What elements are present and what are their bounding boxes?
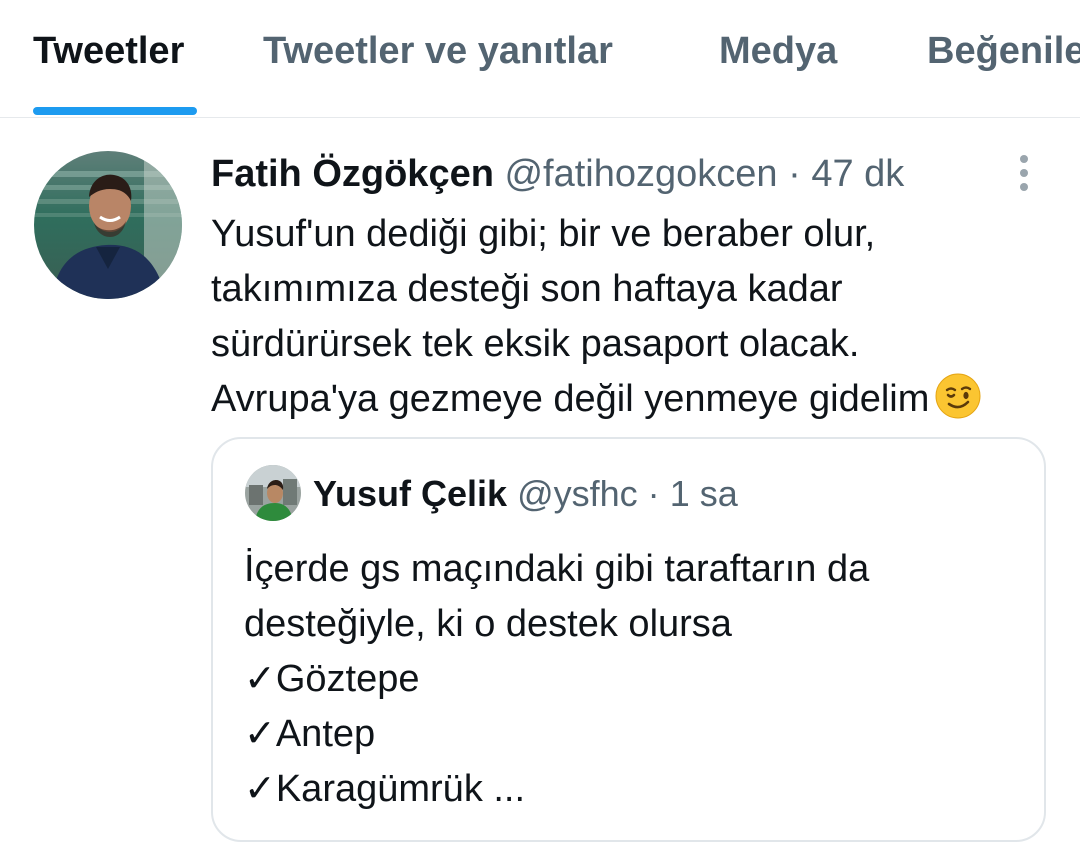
quoted-text-line: ✓Karagümrük ... [244, 768, 526, 810]
tab-likes[interactable]: Beğenile [927, 30, 1080, 73]
quoted-author-name: Yusuf Çelik [313, 473, 508, 514]
author-name[interactable]: Fatih Özgökçen [211, 153, 494, 195]
tweet-text-line: sürdürürsek tek eksik pasaport olacak. [211, 323, 860, 365]
tweet[interactable]: Fatih Özgökçen @fatihozgokcen · 47 dk Yu… [0, 119, 1080, 853]
profile-tabs: Tweetler Tweetler ve yanıtlar Medya Beğe… [0, 0, 1080, 118]
quoted-author-avatar [245, 465, 301, 521]
quoted-tweet-time: 1 sa [669, 473, 738, 514]
tab-media[interactable]: Medya [719, 30, 837, 73]
tweet-header: Fatih Özgökçen @fatihozgokcen · 47 dk [211, 153, 904, 199]
tweet-text-line: Yusuf'un dediği gibi; bir ve beraber olu… [211, 213, 876, 255]
quoted-text-line: ✓Antep [244, 713, 376, 755]
quoted-tweet-header: Yusuf Çelik @ysfhc · 1 sa [313, 473, 738, 515]
quoted-text-line: desteğiyle, ki o destek olursa [244, 603, 732, 645]
quoted-tweet[interactable]: Yusuf Çelik @ysfhc · 1 sa İçerde gs maçı… [211, 437, 1046, 842]
winking-face-emoji-icon [935, 373, 981, 435]
quoted-text-line: ✓Göztepe [244, 658, 420, 700]
tab-tweets[interactable]: Tweetler [33, 30, 184, 73]
header-separator: · [788, 153, 801, 195]
quoted-author-avatar-image [245, 465, 301, 521]
quoted-header-separator: · [647, 473, 660, 514]
tweet-time[interactable]: 47 dk [811, 153, 904, 195]
quoted-tweet-text: İçerde gs maçındaki gibi taraftarın da d… [244, 542, 1024, 817]
more-dot-icon [1020, 169, 1028, 177]
tab-tweets-and-replies[interactable]: Tweetler ve yanıtlar [263, 30, 613, 73]
more-options-button[interactable] [1000, 149, 1048, 197]
more-dot-icon [1020, 155, 1028, 163]
author-handle[interactable]: @fatihozgokcen [504, 153, 777, 195]
author-avatar[interactable] [34, 151, 182, 299]
quoted-text-line: İçerde gs maçındaki gibi taraftarın da [244, 548, 870, 590]
tweet-text-line: Avrupa'ya gezmeye değil yenmeye gidelim [211, 378, 930, 420]
author-avatar-image [34, 151, 182, 299]
tweet-text-line: takımımıza desteği son haftaya kadar [211, 268, 843, 310]
tweet-text: Yusuf'un dediği gibi; bir ve beraber olu… [211, 207, 1051, 435]
more-dot-icon [1020, 183, 1028, 191]
quoted-author-handle: @ysfhc [517, 473, 638, 514]
tweet-text-line-last: Avrupa'ya gezmeye değil yenmeye gidelim [211, 372, 1051, 435]
active-tab-indicator [33, 107, 197, 115]
